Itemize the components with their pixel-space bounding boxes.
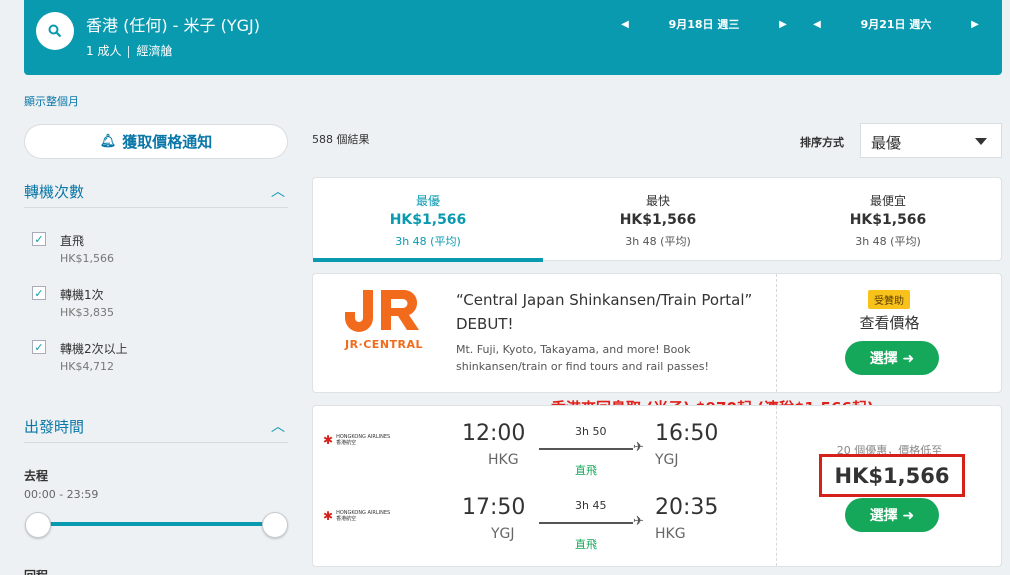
flight-duration: 3h 45: [575, 499, 607, 512]
plane-icon: ✈: [633, 514, 644, 529]
checkbox[interactable]: ✓: [32, 340, 46, 354]
divider: [24, 207, 288, 208]
tab-label: 最快: [645, 194, 670, 208]
stop-price: HK$4,712: [60, 360, 114, 373]
cabin-class: 經濟艙: [136, 44, 173, 58]
stops-filter-title[interactable]: 轉機次數: [24, 181, 84, 202]
airline-name-zh: 香港航空: [336, 440, 357, 446]
sort-dropdown[interactable]: 最優: [860, 123, 1002, 158]
checkbox[interactable]: ✓: [32, 232, 46, 246]
slider-handle-start[interactable]: [25, 512, 51, 538]
search-button[interactable]: [36, 12, 74, 50]
inbound-label: 回程: [24, 567, 48, 575]
search-summary-bar[interactable]: 香港 (任何) - 米子 (YGJ) 1 成人 經濟艙 ◀ 9月18日 週三 ▶ …: [24, 0, 1002, 75]
airline-logo: ✱ HONGKONG AIRLINES 香港航空: [323, 433, 390, 447]
next-day-icon[interactable]: ▶: [965, 19, 985, 30]
depart-time: 12:00: [462, 421, 526, 446]
flight-result-card[interactable]: ✱ HONGKONG AIRLINES 香港航空 12:00 HKG 3h 50 …: [312, 405, 1002, 567]
return-date: 9月21日 週六: [860, 18, 932, 31]
sort-tabs: 最優 HK$1,566 3h 48 (平均) 最快 HK$1,566 3h 48…: [312, 177, 1003, 262]
slider-handle-end[interactable]: [262, 512, 288, 538]
route-title: 香港 (任何) - 米子 (YGJ): [86, 16, 260, 35]
tab-duration: 3h 48 (平均): [625, 235, 691, 248]
price-alert-button[interactable]: 🔔︎ 獲取價格通知: [24, 124, 288, 159]
jr-logo-icon: [345, 290, 419, 332]
arrive-airport: YGJ: [655, 452, 679, 468]
stop-label: 轉機2次以上: [60, 342, 128, 356]
tab-fastest[interactable]: 最快 HK$1,566 3h 48 (平均): [543, 178, 773, 262]
outbound-range: 00:00 - 23:59: [24, 488, 99, 501]
airline-logo: ✱ HONGKONG AIRLINES 香港航空: [323, 509, 390, 523]
return-date-picker[interactable]: ◀ 9月21日 週六 ▶: [807, 14, 985, 34]
price-alert-label: 獲取價格通知: [122, 133, 213, 151]
bell-icon: 🔔︎: [99, 134, 117, 149]
prev-day-icon[interactable]: ◀: [615, 19, 635, 30]
depart-airport: YGJ: [491, 526, 515, 542]
view-price-text: 查看價格: [859, 314, 920, 332]
next-day-icon[interactable]: ▶: [773, 19, 793, 30]
arrive-airport: HKG: [655, 526, 686, 542]
flight-duration: 3h 50: [575, 425, 607, 438]
tab-best[interactable]: 最優 HK$1,566 3h 48 (平均): [313, 178, 543, 262]
passenger-count: 1 成人: [86, 44, 122, 58]
search-icon: [48, 24, 62, 38]
ad-title[interactable]: “Central Japan Shinkansen/Train Portal” …: [456, 288, 756, 336]
chevron-up-icon[interactable]: ︿: [271, 181, 285, 201]
checkbox[interactable]: ✓: [32, 286, 46, 300]
divider: [24, 442, 288, 443]
chevron-up-icon[interactable]: ︿: [271, 416, 285, 436]
prev-day-icon[interactable]: ◀: [807, 19, 827, 30]
stops-info: 直飛: [575, 538, 597, 551]
arrive-time: 16:50: [655, 421, 719, 446]
ad-description: Mt. Fuji, Kyoto, Takayama, and more! Boo…: [456, 343, 709, 373]
passenger-cabin-info: 1 成人 經濟艙: [86, 42, 172, 59]
depart-date: 9月18日 週三: [668, 18, 740, 31]
sort-label: 排序方式: [800, 136, 844, 149]
flight-line: [539, 448, 633, 450]
divider: [776, 274, 777, 392]
arrive-time: 20:35: [655, 495, 719, 520]
tab-label: 最便宜: [869, 194, 906, 208]
ad-select-button[interactable]: 選擇 ➜: [845, 341, 939, 375]
sponsored-badge: 受贊助: [868, 290, 910, 309]
stop-price: HK$3,835: [60, 306, 114, 319]
tab-duration: 3h 48 (平均): [395, 235, 461, 248]
flight-price: HK$1,566: [834, 463, 950, 488]
price-highlight: HK$1,566: [819, 454, 965, 497]
tab-cheapest[interactable]: 最便宜 HK$1,566 3h 48 (平均): [773, 178, 1003, 262]
tab-duration: 3h 48 (平均): [855, 235, 921, 248]
caret-down-icon: [975, 138, 987, 145]
stop-label: 轉機1次: [60, 288, 104, 302]
airline-name-zh: 香港航空: [336, 516, 357, 522]
sort-value: 最優: [871, 134, 902, 152]
tab-price: HK$1,566: [389, 212, 467, 228]
time-filter-title[interactable]: 出發時間: [24, 416, 84, 437]
stop-price: HK$1,566: [60, 252, 114, 265]
plane-icon: ✈: [633, 440, 644, 455]
tab-label: 最優: [415, 194, 440, 208]
time-slider-track[interactable]: [38, 522, 276, 526]
flight-select-button[interactable]: 選擇 ➜: [845, 498, 939, 532]
flight-line: [539, 522, 633, 524]
depart-date-picker[interactable]: ◀ 9月18日 週三 ▶: [615, 14, 793, 34]
divider: [776, 406, 777, 566]
hk-airlines-icon: ✱: [323, 509, 334, 523]
sponsored-ad-card[interactable]: JR·CENTRAL “Central Japan Shinkansen/Tra…: [312, 273, 1002, 393]
outbound-label: 去程: [24, 469, 49, 483]
tab-price: HK$1,566: [619, 212, 697, 228]
depart-airport: HKG: [488, 452, 519, 468]
hk-airlines-icon: ✱: [323, 433, 334, 447]
show-whole-month-link[interactable]: 顯示整個月: [24, 93, 79, 109]
tab-price: HK$1,566: [849, 212, 927, 228]
stops-info: 直飛: [575, 464, 597, 477]
jr-logo-text: JR·CENTRAL: [344, 338, 424, 351]
results-count: 588 個結果: [312, 133, 370, 146]
stop-label: 直飛: [60, 234, 85, 248]
depart-time: 17:50: [462, 495, 526, 520]
jr-central-logo: JR·CENTRAL: [341, 286, 427, 351]
